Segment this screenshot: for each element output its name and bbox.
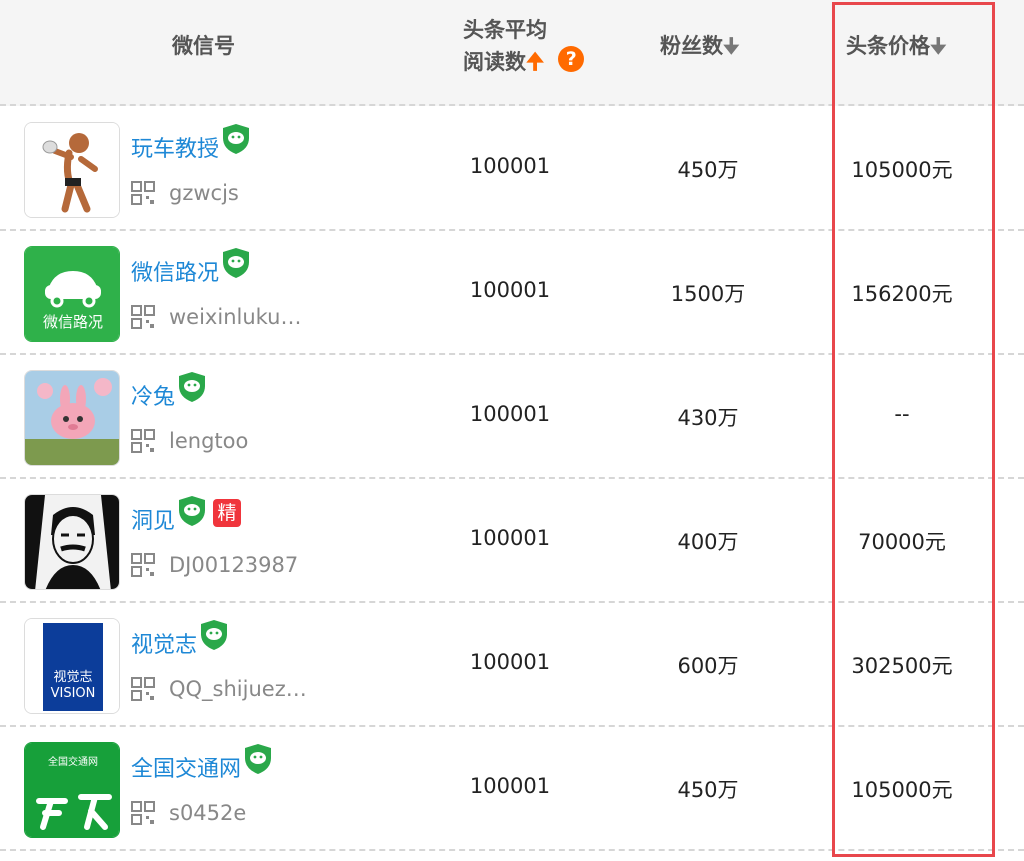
help-icon[interactable]: ?: [558, 46, 585, 72]
account-id: weixinluku…: [169, 305, 302, 329]
account-id: DJ00123987: [169, 553, 299, 577]
column-header-fans[interactable]: 粉丝数🠋: [660, 30, 740, 66]
fans-value: 1500万: [670, 282, 746, 306]
account-id: QQ_shijuez…: [169, 677, 307, 701]
price-value: 105000元: [851, 778, 953, 802]
sort-asc-icon[interactable]: 🠉: [526, 50, 544, 75]
avatar-text: 全国交通网: [48, 755, 98, 768]
vision-avatar[interactable]: 视觉志 VISION: [24, 618, 120, 714]
price-value: 70000元: [858, 530, 946, 554]
featured-badge: 精: [213, 499, 242, 527]
table-row: 视觉志 VISION 视觉志 QQ_shijuez… 100001 600万 3…: [0, 603, 1024, 727]
qr-code-icon[interactable]: [131, 801, 155, 825]
account-name[interactable]: 全国交通网: [131, 751, 241, 783]
avg-reads-value: 100001: [469, 402, 551, 426]
table-row: 全国交通网 全国交通网 s0452e 100001 450万 105000元: [0, 727, 1024, 851]
verified-shield-icon: [221, 247, 251, 279]
avg-reads-label-line2: 阅读数: [463, 50, 526, 74]
price-value: 105000元: [851, 158, 953, 182]
sort-desc-icon[interactable]: 🠋: [723, 34, 740, 58]
rabbit-avatar[interactable]: [24, 370, 120, 466]
avatar-text: 视觉志: [53, 670, 92, 685]
table-row: 微信路况 微信路况 weixinluku… 100001 1500万 15620…: [0, 231, 1024, 355]
table-row: 冷兔 lengtoo 100001 430万 --: [0, 355, 1024, 479]
account-id: s0452e: [169, 801, 247, 825]
fans-value: 430万: [677, 406, 739, 430]
table-header: 微信号 头条平均 阅读数🠉? 粉丝数🠋 头条价格🠋: [0, 0, 1024, 106]
account-name[interactable]: 洞见: [131, 503, 175, 535]
statue-avatar[interactable]: [24, 122, 120, 218]
account-name[interactable]: 玩车教授: [131, 131, 219, 163]
column-header-price[interactable]: 头条价格🠋: [846, 30, 947, 66]
fans-value: 400万: [677, 530, 739, 554]
qr-code-icon[interactable]: [131, 429, 155, 453]
qr-code-icon[interactable]: [131, 305, 155, 329]
account-id: lengtoo: [169, 429, 249, 453]
verified-shield-icon: [221, 123, 251, 155]
fans-value: 600万: [677, 654, 739, 678]
avg-reads-value: 100001: [469, 774, 551, 798]
car-avatar[interactable]: 微信路况: [24, 246, 120, 342]
verified-shield-icon: [199, 619, 229, 651]
sort-desc-icon[interactable]: 🠋: [930, 34, 947, 58]
price-value: 302500元: [851, 654, 953, 678]
table-row: 玩车教授 gzwcjs 100001 450万 105000元: [0, 107, 1024, 231]
avg-reads-value: 100001: [469, 526, 551, 550]
avg-reads-value: 100001: [469, 278, 551, 302]
avg-reads-value: 100001: [469, 154, 551, 178]
price-value: 156200元: [851, 282, 953, 306]
column-header-avg-reads[interactable]: 头条平均 阅读数🠉?: [463, 14, 585, 79]
transport-avatar[interactable]: 全国交通网: [24, 742, 120, 838]
avg-reads-value: 100001: [469, 650, 551, 674]
qr-code-icon[interactable]: [131, 677, 155, 701]
price-value: --: [894, 402, 910, 426]
account-name[interactable]: 微信路况: [131, 255, 219, 287]
avg-reads-label-line1: 头条平均: [463, 18, 547, 42]
verified-shield-icon: [177, 495, 207, 527]
table-row: 洞见 精 DJ00123987 100001 400万 70000元: [0, 479, 1024, 603]
account-name[interactable]: 冷兔: [131, 379, 175, 411]
verified-shield-icon: [243, 743, 273, 775]
avatar-text-en: VISION: [51, 686, 96, 701]
account-id: gzwcjs: [169, 181, 239, 205]
fans-label: 粉丝数: [660, 34, 723, 58]
account-name[interactable]: 视觉志: [131, 627, 197, 659]
qr-code-icon[interactable]: [131, 181, 155, 205]
price-label: 头条价格: [846, 34, 930, 58]
fans-value: 450万: [677, 158, 739, 182]
column-header-wechat: 微信号: [172, 34, 235, 58]
avatar-text: 微信路况: [43, 313, 103, 331]
portrait-avatar[interactable]: [24, 494, 120, 590]
fans-value: 450万: [677, 778, 739, 802]
qr-code-icon[interactable]: [131, 553, 155, 577]
verified-shield-icon: [177, 371, 207, 403]
